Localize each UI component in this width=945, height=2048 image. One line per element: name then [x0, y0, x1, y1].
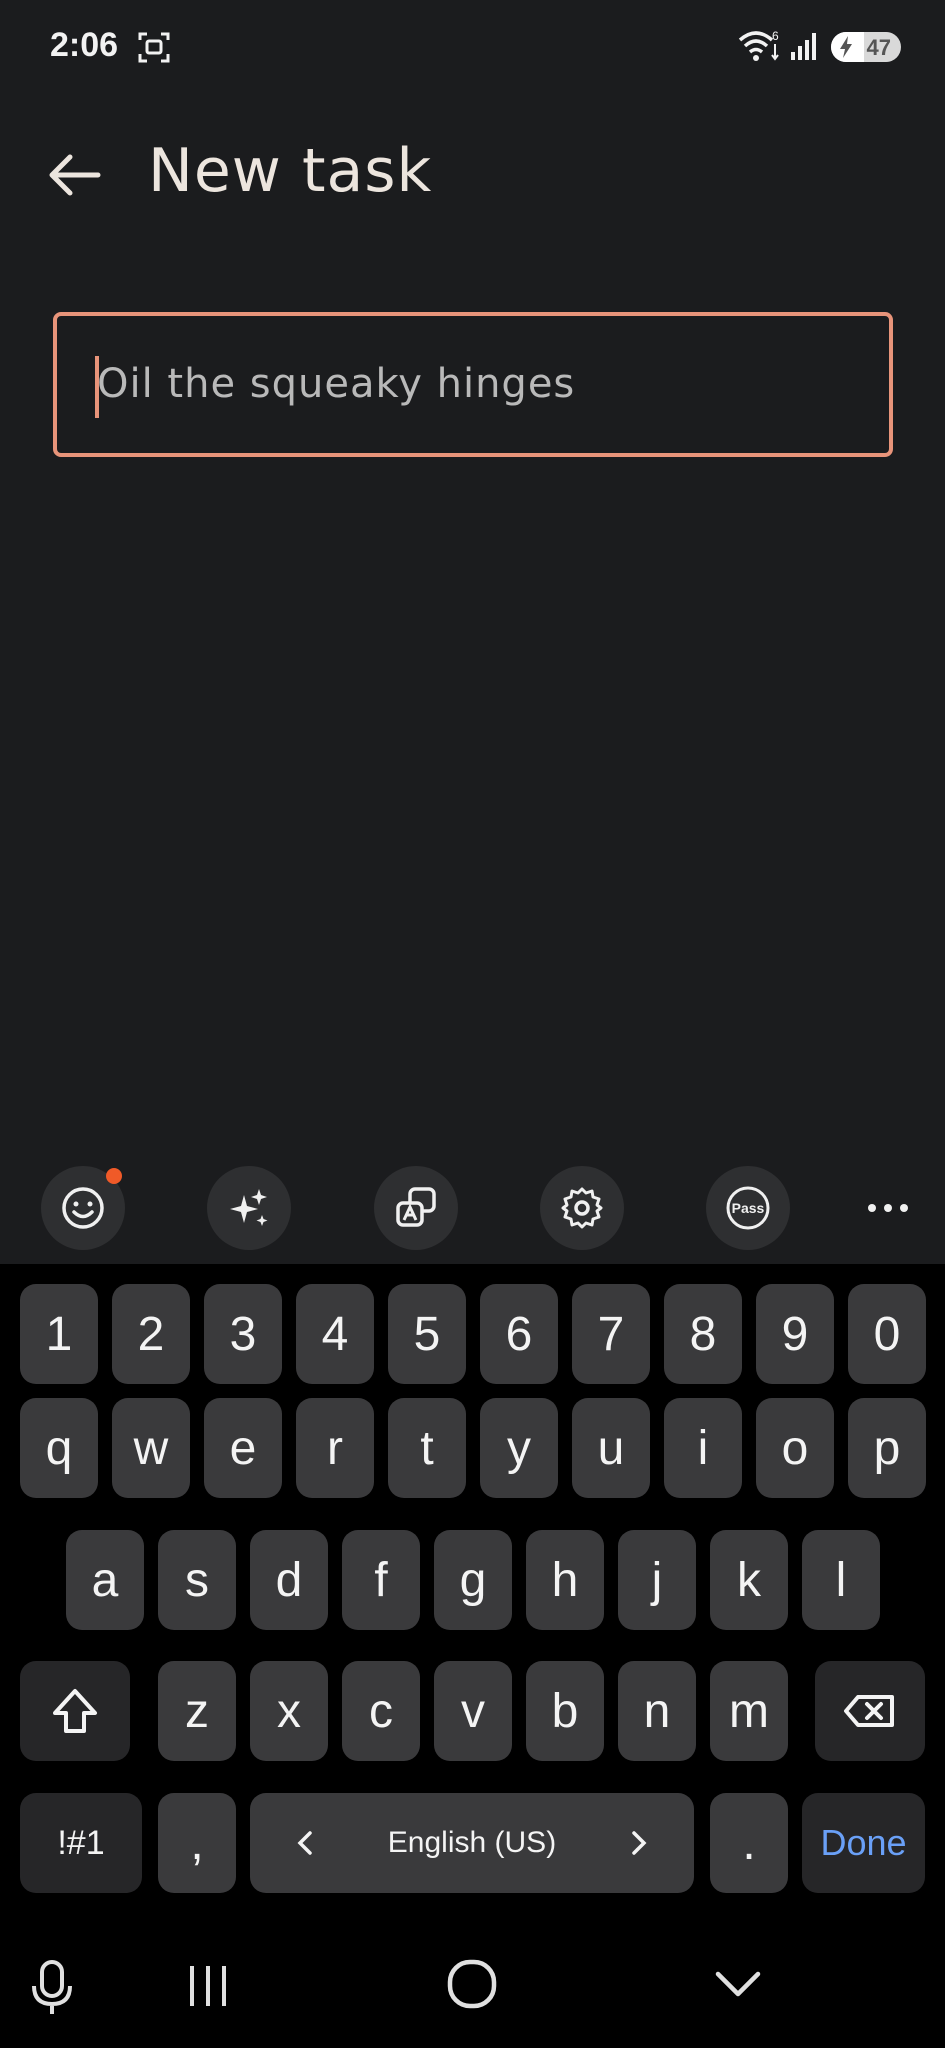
notification-dot: [106, 1168, 122, 1184]
key-9[interactable]: 9: [756, 1284, 834, 1384]
recent-apps-icon[interactable]: [186, 1962, 230, 2010]
key-2[interactable]: 2: [112, 1284, 190, 1384]
key-u[interactable]: u: [572, 1398, 650, 1498]
status-bar: 2:06 6 47: [0, 0, 945, 96]
key-n[interactable]: n: [618, 1661, 696, 1761]
home-icon[interactable]: [446, 1958, 498, 2010]
key-e[interactable]: e: [204, 1398, 282, 1498]
shift-icon: [53, 1689, 97, 1733]
space-key[interactable]: English (US): [250, 1793, 694, 1893]
microphone-icon[interactable]: [30, 1958, 74, 2018]
key-3[interactable]: 3: [204, 1284, 282, 1384]
task-title-input[interactable]: Oil the squeaky hinges: [53, 312, 893, 457]
settings-icon: [561, 1187, 603, 1229]
key-b[interactable]: b: [526, 1661, 604, 1761]
done-key[interactable]: Done: [802, 1793, 925, 1893]
key-t[interactable]: t: [388, 1398, 466, 1498]
symbols-key[interactable]: !#1: [20, 1793, 142, 1893]
wifi-icon: 6: [738, 29, 779, 61]
pass-label: Pass: [732, 1200, 765, 1216]
wifi-label: 6: [772, 29, 779, 43]
key-4[interactable]: 4: [296, 1284, 374, 1384]
back-button[interactable]: [40, 140, 110, 210]
emoji-icon: [62, 1187, 104, 1229]
key-c[interactable]: c: [342, 1661, 420, 1761]
key-0[interactable]: 0: [848, 1284, 926, 1384]
pass-button[interactable]: Pass: [706, 1166, 790, 1250]
period-key[interactable]: .: [710, 1793, 788, 1893]
key-w[interactable]: w: [112, 1398, 190, 1498]
key-k[interactable]: k: [710, 1530, 788, 1630]
hide-keyboard-icon[interactable]: [714, 1966, 762, 2002]
key-6[interactable]: 6: [480, 1284, 558, 1384]
key-i[interactable]: i: [664, 1398, 742, 1498]
key-h[interactable]: h: [526, 1530, 604, 1630]
keyboard-settings-button[interactable]: [540, 1166, 624, 1250]
bolt-icon: [840, 36, 852, 58]
backspace-icon: [844, 1695, 894, 1727]
ai-tools-button[interactable]: [207, 1166, 291, 1250]
keyboard: 1 2 3 4 5 6 7 8 9 0 q w e r t y u i o p …: [0, 1264, 945, 1938]
key-m[interactable]: m: [710, 1661, 788, 1761]
screenshot-icon: [138, 32, 170, 63]
key-q[interactable]: q: [20, 1398, 98, 1498]
key-5[interactable]: 5: [388, 1284, 466, 1384]
battery-level: 47: [866, 35, 891, 60]
battery-icon: 47: [831, 32, 901, 62]
translate-button[interactable]: [374, 1166, 458, 1250]
chevron-left-icon: [297, 1831, 312, 1855]
backspace-key[interactable]: [815, 1661, 925, 1761]
status-time: 2:06: [50, 26, 119, 64]
key-o[interactable]: o: [756, 1398, 834, 1498]
page-title: New task: [148, 136, 433, 206]
task-title-value: Oil the squeaky hinges: [97, 361, 576, 407]
comma-key[interactable]: ,: [158, 1793, 236, 1893]
key-a[interactable]: a: [66, 1530, 144, 1630]
key-l[interactable]: l: [802, 1530, 880, 1630]
more-icon[interactable]: [860, 1188, 916, 1228]
key-j[interactable]: j: [618, 1530, 696, 1630]
key-x[interactable]: x: [250, 1661, 328, 1761]
key-d[interactable]: d: [250, 1530, 328, 1630]
key-1[interactable]: 1: [20, 1284, 98, 1384]
chevron-right-icon: [632, 1831, 647, 1855]
key-7[interactable]: 7: [572, 1284, 650, 1384]
translate-icon: [396, 1187, 436, 1227]
key-r[interactable]: r: [296, 1398, 374, 1498]
key-v[interactable]: v: [434, 1661, 512, 1761]
key-g[interactable]: g: [434, 1530, 512, 1630]
pass-icon: Pass: [726, 1186, 770, 1230]
navigation-bar: [0, 1938, 945, 2048]
key-f[interactable]: f: [342, 1530, 420, 1630]
space-key-label: English (US): [387, 1826, 557, 1859]
key-s[interactable]: s: [158, 1530, 236, 1630]
keyboard-toolbar: Pass: [0, 1152, 945, 1264]
signal-icon: [791, 33, 816, 60]
key-p[interactable]: p: [848, 1398, 926, 1498]
key-z[interactable]: z: [158, 1661, 236, 1761]
key-8[interactable]: 8: [664, 1284, 742, 1384]
ai-sparkle-icon: [230, 1189, 268, 1226]
key-y[interactable]: y: [480, 1398, 558, 1498]
shift-key[interactable]: [20, 1661, 130, 1761]
